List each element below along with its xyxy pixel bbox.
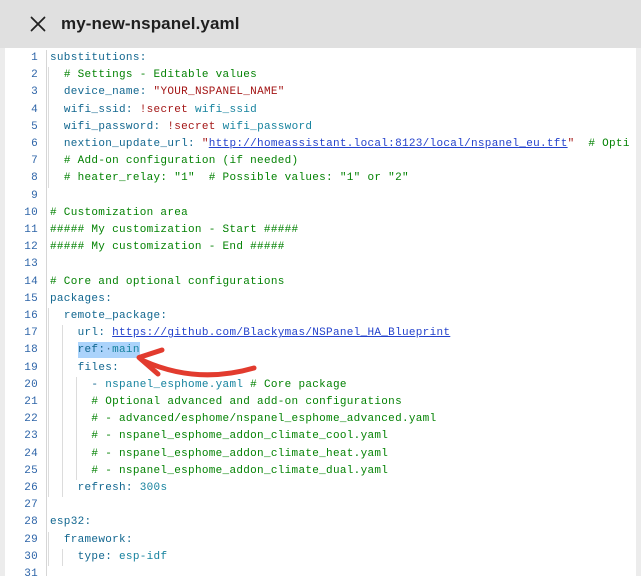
code-line[interactable]: 6 nextion_update_url: "http://homeassist…: [5, 136, 636, 153]
code-line[interactable]: 1substitutions:: [5, 50, 636, 67]
code-line-text: [47, 256, 636, 273]
code-line-text: # Customization area: [47, 205, 636, 222]
code-line-text: # - nspanel_esphome_addon_climate_heat.y…: [47, 446, 636, 463]
code-line[interactable]: 4 wifi_ssid: !secret wifi_ssid: [5, 102, 636, 119]
line-number[interactable]: 2: [5, 67, 47, 84]
line-number[interactable]: 12: [5, 239, 47, 256]
line-number[interactable]: 20: [5, 377, 47, 394]
line-number[interactable]: 4: [5, 102, 47, 119]
line-number[interactable]: 21: [5, 394, 47, 411]
code-line[interactable]: 3 device_name: "YOUR_NSPANEL_NAME": [5, 84, 636, 101]
code-line-text: ref:·main: [47, 342, 636, 359]
code-line-text: # Core and optional configurations: [47, 274, 636, 291]
code-line[interactable]: 8 # heater_relay: "1" # Possible values:…: [5, 170, 636, 187]
line-number[interactable]: 30: [5, 549, 47, 566]
code-line[interactable]: 16 remote_package:: [5, 308, 636, 325]
line-number[interactable]: 8: [5, 170, 47, 187]
code-line-text: type: esp-idf: [47, 549, 636, 566]
code-line-text: remote_package:: [47, 308, 636, 325]
code-line[interactable]: 31: [5, 566, 636, 576]
code-line[interactable]: 10# Customization area: [5, 205, 636, 222]
line-number[interactable]: 19: [5, 360, 47, 377]
code-line[interactable]: 5 wifi_password: !secret wifi_password: [5, 119, 636, 136]
code-line[interactable]: 19 files:: [5, 360, 636, 377]
code-line[interactable]: 17 url: https://github.com/Blackymas/NSP…: [5, 325, 636, 342]
line-number[interactable]: 11: [5, 222, 47, 239]
code-line-text: # Settings - Editable values: [47, 67, 636, 84]
code-line[interactable]: 22 # - advanced/esphome/nspanel_esphome_…: [5, 411, 636, 428]
close-icon[interactable]: [28, 14, 48, 34]
line-number[interactable]: 23: [5, 428, 47, 445]
line-number[interactable]: 22: [5, 411, 47, 428]
code-line-text: esp32:: [47, 514, 636, 531]
line-number[interactable]: 25: [5, 463, 47, 480]
code-line-text: [47, 188, 636, 205]
line-number[interactable]: 31: [5, 566, 47, 576]
line-number[interactable]: 13: [5, 256, 47, 273]
code-line[interactable]: 27: [5, 497, 636, 514]
code-line[interactable]: 24 # - nspanel_esphome_addon_climate_hea…: [5, 446, 636, 463]
code-line-text: nextion_update_url: "http://homeassistan…: [47, 136, 636, 153]
code-line-text: files:: [47, 360, 636, 377]
code-line[interactable]: 15packages:: [5, 291, 636, 308]
code-area[interactable]: 1substitutions:2 # Settings - Editable v…: [5, 50, 636, 576]
line-number[interactable]: 14: [5, 274, 47, 291]
code-line-text: wifi_ssid: !secret wifi_ssid: [47, 102, 636, 119]
line-number[interactable]: 1: [5, 50, 47, 67]
code-line-text: # Optional advanced and add-on configura…: [47, 394, 636, 411]
line-number[interactable]: 9: [5, 188, 47, 205]
code-line[interactable]: 21 # Optional advanced and add-on config…: [5, 394, 636, 411]
line-number[interactable]: 15: [5, 291, 47, 308]
line-number[interactable]: 24: [5, 446, 47, 463]
code-line-text: # Add-on configuration (if needed): [47, 153, 636, 170]
line-number[interactable]: 28: [5, 514, 47, 531]
code-line[interactable]: 2 # Settings - Editable values: [5, 67, 636, 84]
code-line[interactable]: 11##### My customization - Start #####: [5, 222, 636, 239]
code-line[interactable]: 30 type: esp-idf: [5, 549, 636, 566]
code-line[interactable]: 23 # - nspanel_esphome_addon_climate_coo…: [5, 428, 636, 445]
code-line[interactable]: 18 ref:·main: [5, 342, 636, 359]
line-number[interactable]: 7: [5, 153, 47, 170]
code-line-text: device_name: "YOUR_NSPANEL_NAME": [47, 84, 636, 101]
code-line[interactable]: 9: [5, 188, 636, 205]
code-line[interactable]: 25 # - nspanel_esphome_addon_climate_dua…: [5, 463, 636, 480]
code-line-text: - nspanel_esphome.yaml # Core package: [47, 377, 636, 394]
code-line[interactable]: 20 - nspanel_esphome.yaml # Core package: [5, 377, 636, 394]
line-number[interactable]: 16: [5, 308, 47, 325]
code-line-text: packages:: [47, 291, 636, 308]
line-number[interactable]: 3: [5, 84, 47, 101]
code-line-text: # - nspanel_esphome_addon_climate_cool.y…: [47, 428, 636, 445]
line-number[interactable]: 5: [5, 119, 47, 136]
code-line-text: # - advanced/esphome/nspanel_esphome_adv…: [47, 411, 636, 428]
code-line[interactable]: 13: [5, 256, 636, 273]
code-line-text: # - nspanel_esphome_addon_climate_dual.y…: [47, 463, 636, 480]
code-line-text: [47, 497, 636, 514]
code-line-text: ##### My customization - Start #####: [47, 222, 636, 239]
line-number[interactable]: 27: [5, 497, 47, 514]
code-line-text: refresh: 300s: [47, 480, 636, 497]
code-line-text: ##### My customization - End #####: [47, 239, 636, 256]
line-number[interactable]: 26: [5, 480, 47, 497]
yaml-editor[interactable]: 1substitutions:2 # Settings - Editable v…: [5, 48, 636, 576]
line-number[interactable]: 6: [5, 136, 47, 153]
code-line-text: [47, 566, 636, 576]
code-line[interactable]: 26 refresh: 300s: [5, 480, 636, 497]
code-line-text: url: https://github.com/Blackymas/NSPane…: [47, 325, 636, 342]
code-line[interactable]: 7 # Add-on configuration (if needed): [5, 153, 636, 170]
code-line-text: substitutions:: [47, 50, 636, 67]
line-number[interactable]: 29: [5, 532, 47, 549]
x-glyph: [29, 15, 47, 33]
code-line-text: wifi_password: !secret wifi_password: [47, 119, 636, 136]
code-line[interactable]: 12##### My customization - End #####: [5, 239, 636, 256]
code-line-text: framework:: [47, 532, 636, 549]
line-number[interactable]: 17: [5, 325, 47, 342]
line-number[interactable]: 10: [5, 205, 47, 222]
code-line[interactable]: 28esp32:: [5, 514, 636, 531]
line-number[interactable]: 18: [5, 342, 47, 359]
file-header-bar: my-new-nspanel.yaml: [0, 0, 641, 48]
code-line[interactable]: 14# Core and optional configurations: [5, 274, 636, 291]
file-title: my-new-nspanel.yaml: [61, 14, 240, 34]
code-line[interactable]: 29 framework:: [5, 532, 636, 549]
code-line-text: # heater_relay: "1" # Possible values: "…: [47, 170, 636, 187]
